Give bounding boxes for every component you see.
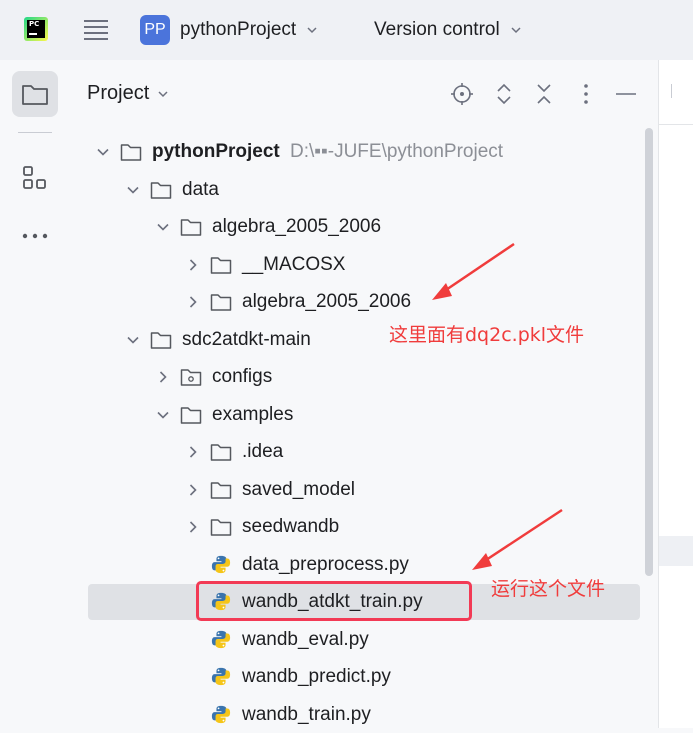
highlight-box bbox=[196, 581, 472, 621]
annotation-arrow-1 bbox=[432, 242, 515, 300]
annotation-note-pkl: 这里面有dq2c.pkl文件 bbox=[389, 324, 585, 346]
annotation-arrow-2 bbox=[472, 508, 563, 570]
annotation-note-run: 运行这个文件 bbox=[491, 578, 606, 600]
